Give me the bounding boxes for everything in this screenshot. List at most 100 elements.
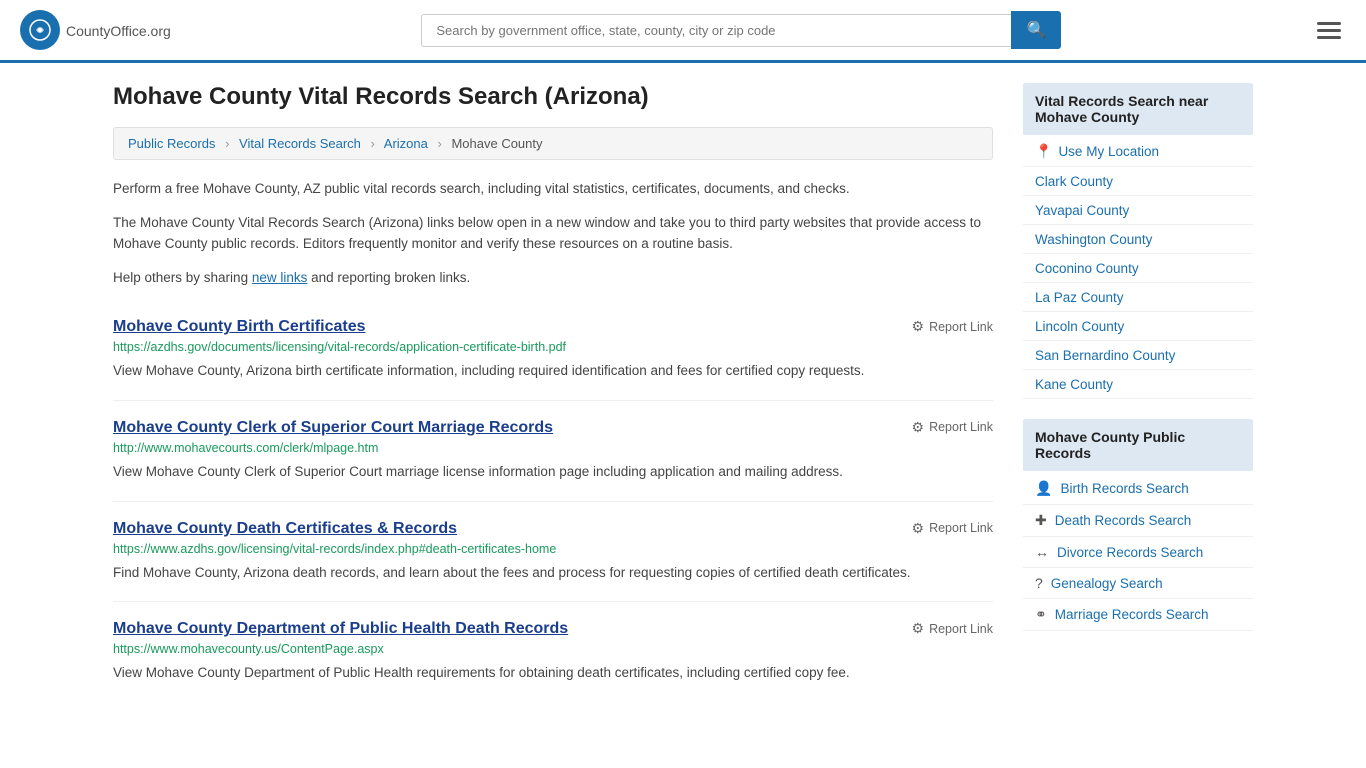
sidebar-nearby-header: Vital Records Search near Mohave County (1023, 83, 1253, 135)
result-title-1[interactable]: Mohave County Clerk of Superior Court Ma… (113, 419, 553, 437)
result-title-2[interactable]: Mohave County Death Certificates & Recor… (113, 520, 457, 538)
logo-name: CountyOffice (66, 23, 147, 39)
death-records-link[interactable]: Death Records Search (1055, 513, 1192, 528)
search-area: 🔍 (421, 11, 1061, 49)
marriage-records-link[interactable]: Marriage Records Search (1055, 607, 1209, 622)
report-label-3: Report Link (929, 622, 993, 636)
breadcrumb-mohave: Mohave County (451, 136, 542, 151)
search-button[interactable]: 🔍 (1011, 11, 1061, 49)
breadcrumb-vital-records[interactable]: Vital Records Search (239, 136, 361, 151)
genealogy-icon: ? (1035, 575, 1043, 591)
search-input[interactable] (421, 14, 1011, 47)
clark-county-link[interactable]: Clark County (1035, 174, 1113, 189)
site-header: CountyOffice.org 🔍 (0, 0, 1366, 63)
result-card-1: Mohave County Clerk of Superior Court Ma… (113, 401, 993, 502)
result-desc-3: View Mohave County Department of Public … (113, 662, 993, 684)
sidebar-item-sanbernardino[interactable]: San Bernardino County (1023, 341, 1253, 370)
sidebar-nearby-list: 📍 Use My Location Clark County Yavapai C… (1023, 137, 1253, 399)
report-label-1: Report Link (929, 420, 993, 434)
death-icon: ✚ (1035, 512, 1047, 529)
breadcrumb-sep-2: › (371, 136, 375, 151)
kane-county-link[interactable]: Kane County (1035, 377, 1113, 392)
result-card-0: Mohave County Birth Certificates ⚙ Repor… (113, 300, 993, 401)
logo-area: CountyOffice.org (20, 10, 171, 50)
marriage-icon: ⚭ (1035, 606, 1047, 623)
report-link-1[interactable]: ⚙ Report Link (912, 419, 994, 436)
result-url-1[interactable]: http://www.mohavecourts.com/clerk/mlpage… (113, 441, 993, 455)
page-title: Mohave County Vital Records Search (Ariz… (113, 83, 993, 111)
menu-button[interactable] (1312, 17, 1346, 44)
results-list: Mohave County Birth Certificates ⚙ Repor… (113, 300, 993, 701)
sidebar-use-location[interactable]: 📍 Use My Location (1023, 137, 1253, 167)
genealogy-link[interactable]: Genealogy Search (1051, 576, 1163, 591)
main-container: Mohave County Vital Records Search (Ariz… (83, 63, 1283, 722)
broken-icon-3: ⚙ (912, 620, 925, 637)
sidebar-genealogy[interactable]: ? Genealogy Search (1023, 568, 1253, 599)
sanbernardino-county-link[interactable]: San Bernardino County (1035, 348, 1175, 363)
sidebar-item-washington[interactable]: Washington County (1023, 225, 1253, 254)
report-link-2[interactable]: ⚙ Report Link (912, 520, 994, 537)
desc-pre-text: Help others by sharing (113, 270, 252, 285)
breadcrumb-arizona[interactable]: Arizona (384, 136, 428, 151)
report-label-0: Report Link (929, 320, 993, 334)
sidebar-death-records[interactable]: ✚ Death Records Search (1023, 505, 1253, 537)
report-label-2: Report Link (929, 521, 993, 535)
sidebar-nearby-section: Vital Records Search near Mohave County … (1023, 83, 1253, 399)
sidebar-item-coconino[interactable]: Coconino County (1023, 254, 1253, 283)
birth-records-link[interactable]: Birth Records Search (1060, 481, 1188, 496)
result-desc-0: View Mohave County, Arizona birth certif… (113, 360, 993, 382)
description-para3: Help others by sharing new links and rep… (113, 267, 993, 289)
result-header-3: Mohave County Department of Public Healt… (113, 620, 993, 638)
sidebar: Vital Records Search near Mohave County … (1023, 83, 1253, 702)
sidebar-item-kane[interactable]: Kane County (1023, 370, 1253, 399)
result-card-3: Mohave County Department of Public Healt… (113, 602, 993, 702)
logo-icon (20, 10, 60, 50)
breadcrumb-sep-3: › (437, 136, 441, 151)
pin-icon: 📍 (1035, 143, 1052, 160)
result-header-1: Mohave County Clerk of Superior Court Ma… (113, 419, 993, 437)
sidebar-divorce-records[interactable]: ↔ Divorce Records Search (1023, 537, 1253, 568)
result-header-2: Mohave County Death Certificates & Recor… (113, 520, 993, 538)
breadcrumb-sep-1: › (225, 136, 229, 151)
lapaz-county-link[interactable]: La Paz County (1035, 290, 1124, 305)
yavapai-county-link[interactable]: Yavapai County (1035, 203, 1129, 218)
result-url-3[interactable]: https://www.mohavecounty.us/ContentPage.… (113, 642, 993, 656)
divorce-records-link[interactable]: Divorce Records Search (1057, 545, 1203, 560)
logo-text: CountyOffice.org (66, 20, 171, 41)
report-link-0[interactable]: ⚙ Report Link (912, 318, 994, 335)
sidebar-item-lincoln[interactable]: Lincoln County (1023, 312, 1253, 341)
breadcrumb: Public Records › Vital Records Search › … (113, 127, 993, 160)
broken-icon-0: ⚙ (912, 318, 925, 335)
broken-icon-2: ⚙ (912, 520, 925, 537)
menu-line-3 (1317, 36, 1341, 39)
sidebar-marriage-records[interactable]: ⚭ Marriage Records Search (1023, 599, 1253, 631)
sidebar-item-lapaz[interactable]: La Paz County (1023, 283, 1253, 312)
sidebar-item-yavapai[interactable]: Yavapai County (1023, 196, 1253, 225)
sidebar-public-records-section: Mohave County Public Records 👤 Birth Rec… (1023, 419, 1253, 631)
result-title-0[interactable]: Mohave County Birth Certificates (113, 318, 365, 336)
desc-post-text: and reporting broken links. (307, 270, 470, 285)
result-url-0[interactable]: https://azdhs.gov/documents/licensing/vi… (113, 340, 993, 354)
menu-line-2 (1317, 29, 1341, 32)
use-location-link[interactable]: Use My Location (1058, 144, 1159, 159)
new-links-link[interactable]: new links (252, 270, 308, 285)
result-desc-2: Find Mohave County, Arizona death record… (113, 562, 993, 584)
sidebar-birth-records[interactable]: 👤 Birth Records Search (1023, 473, 1253, 505)
description-para2: The Mohave County Vital Records Search (… (113, 212, 993, 255)
result-desc-1: View Mohave County Clerk of Superior Cou… (113, 461, 993, 483)
washington-county-link[interactable]: Washington County (1035, 232, 1152, 247)
description-para1: Perform a free Mohave County, AZ public … (113, 178, 993, 200)
report-link-3[interactable]: ⚙ Report Link (912, 620, 994, 637)
broken-icon-1: ⚙ (912, 419, 925, 436)
sidebar-public-records-list: 👤 Birth Records Search ✚ Death Records S… (1023, 473, 1253, 631)
result-title-3[interactable]: Mohave County Department of Public Healt… (113, 620, 568, 638)
result-url-2[interactable]: https://www.azdhs.gov/licensing/vital-re… (113, 542, 993, 556)
menu-line-1 (1317, 22, 1341, 25)
result-header-0: Mohave County Birth Certificates ⚙ Repor… (113, 318, 993, 336)
lincoln-county-link[interactable]: Lincoln County (1035, 319, 1124, 334)
sidebar-item-clark[interactable]: Clark County (1023, 167, 1253, 196)
divorce-icon: ↔ (1035, 544, 1049, 560)
coconino-county-link[interactable]: Coconino County (1035, 261, 1139, 276)
sidebar-public-records-header: Mohave County Public Records (1023, 419, 1253, 471)
breadcrumb-public-records[interactable]: Public Records (128, 136, 215, 151)
